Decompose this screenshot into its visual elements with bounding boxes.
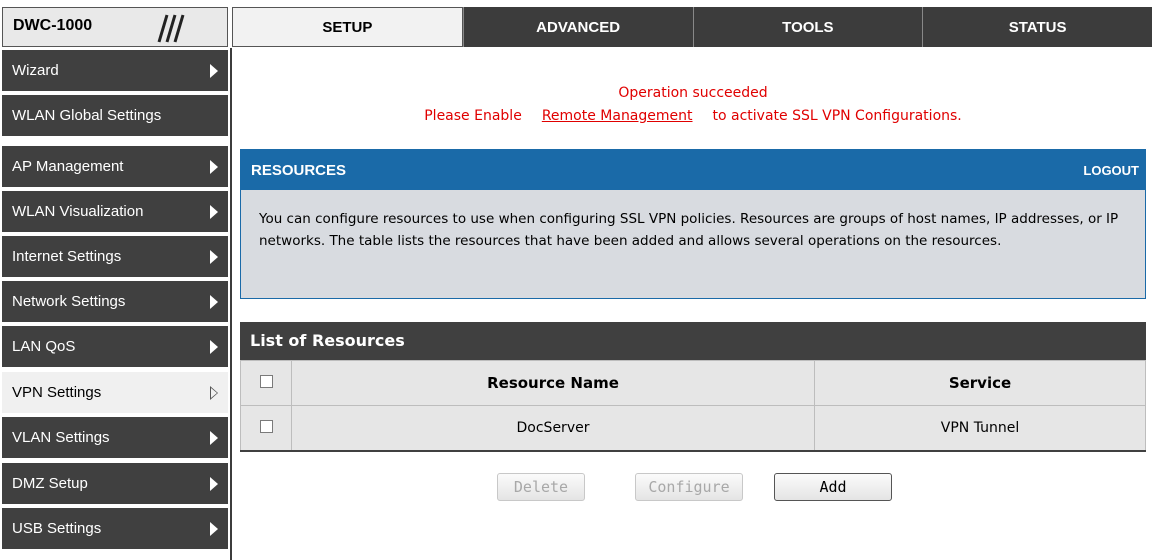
message-suffix: to activate SSL VPN Configurations. xyxy=(712,108,962,124)
tab-advanced[interactable]: ADVANCED xyxy=(462,7,693,47)
status-messages: Operation succeeded Please Enable Remote … xyxy=(240,82,1146,128)
configure-button[interactable]: Configure xyxy=(635,473,743,501)
sidebar-item-network-settings[interactable]: Network Settings xyxy=(2,281,228,324)
logo: DWC-1000 xyxy=(2,7,228,47)
arrow-right-icon xyxy=(210,160,218,174)
resources-header: RESOURCES LOGOUT xyxy=(241,150,1145,190)
arrow-right-icon xyxy=(210,64,218,78)
sidebar-item-lan-qos[interactable]: LAN QoS xyxy=(2,326,228,369)
main-tabs: SETUP ADVANCED TOOLS STATUS xyxy=(232,7,1152,47)
sidebar-item-internet-settings[interactable]: Internet Settings xyxy=(2,236,228,279)
table-header-row: Resource Name Service xyxy=(240,360,1146,406)
logout-link[interactable]: LOGOUT xyxy=(1083,163,1139,178)
logo-slashes-icon xyxy=(157,14,185,43)
tab-setup[interactable]: SETUP xyxy=(232,7,463,47)
resources-table: Resource Name Service DocServer VPN Tunn… xyxy=(240,360,1146,452)
resources-description: You can configure resources to use when … xyxy=(259,211,1119,249)
sidebar-item-label: Network Settings xyxy=(12,293,126,310)
sidebar-item-label: USB Settings xyxy=(12,520,102,537)
sidebar-item-wizard[interactable]: Wizard xyxy=(2,50,228,93)
column-header-resource-name: Resource Name xyxy=(291,360,815,406)
action-buttons: Delete Configure Add xyxy=(240,473,1146,503)
arrow-right-icon xyxy=(210,477,218,491)
sidebar-item-wlan-global-settings[interactable]: WLAN Global Settings xyxy=(2,95,228,138)
sidebar-item-label: WLAN Visualization xyxy=(12,203,144,220)
row-select-cell xyxy=(240,405,292,452)
arrow-right-icon xyxy=(210,205,218,219)
delete-button[interactable]: Delete xyxy=(497,473,585,501)
table-row: DocServer VPN Tunnel xyxy=(240,405,1146,452)
tab-status[interactable]: STATUS xyxy=(922,7,1152,47)
sidebar-item-vlan-settings[interactable]: VLAN Settings xyxy=(2,417,228,460)
arrow-right-icon xyxy=(210,250,218,264)
sidebar-item-label: DMZ Setup xyxy=(12,475,88,492)
arrow-right-icon xyxy=(210,431,218,445)
arrow-right-outline-icon xyxy=(210,386,218,400)
enable-remote-message: Please Enable Remote Management to activat… xyxy=(240,105,1146,128)
sidebar-item-ap-management[interactable]: AP Management xyxy=(2,146,228,189)
list-title: List of Resources xyxy=(250,331,405,350)
select-all-checkbox[interactable] xyxy=(259,374,273,388)
sidebar-item-label: WLAN Global Settings xyxy=(12,107,162,124)
cell-service: VPN Tunnel xyxy=(814,405,1146,452)
tab-tools[interactable]: TOOLS xyxy=(692,7,923,47)
sidebar-item-label: Internet Settings xyxy=(12,248,122,265)
message-prefix: Please Enable xyxy=(424,108,522,124)
row-checkbox[interactable] xyxy=(259,419,273,433)
sidebar-item-label: AP Management xyxy=(12,158,124,175)
resources-list-panel: List of Resources Resource Name Service … xyxy=(240,322,1146,452)
cell-resource-name: DocServer xyxy=(291,405,815,452)
resources-panel: RESOURCES LOGOUT You can configure resou… xyxy=(240,149,1146,299)
sidebar-item-label: VLAN Settings xyxy=(12,429,110,446)
sidebar-item-label: VPN Settings xyxy=(12,384,102,401)
sidebar-item-label: LAN QoS xyxy=(12,338,76,355)
sidebar-item-dmz-setup[interactable]: DMZ Setup xyxy=(2,463,228,506)
success-message: Operation succeeded xyxy=(618,85,768,101)
sidebar-item-wlan-visualization[interactable]: WLAN Visualization xyxy=(2,191,228,234)
arrow-right-icon xyxy=(210,340,218,354)
add-button[interactable]: Add xyxy=(774,473,892,501)
list-header: List of Resources xyxy=(240,322,1146,360)
sidebar-item-label: Wizard xyxy=(12,62,59,79)
sidebar-divider xyxy=(230,48,232,560)
select-all-cell xyxy=(240,360,292,406)
sidebar-item-vpn-settings[interactable]: VPN Settings xyxy=(2,372,228,415)
logo-text: DWC-1000 xyxy=(13,17,93,34)
page-title: RESOURCES xyxy=(251,162,347,179)
arrow-right-icon xyxy=(210,522,218,536)
remote-management-link[interactable]: Remote Management xyxy=(542,108,693,124)
arrow-right-icon xyxy=(210,295,218,309)
column-header-service: Service xyxy=(814,360,1146,406)
sidebar-item-usb-settings[interactable]: USB Settings xyxy=(2,508,228,551)
sidebar: Wizard WLAN Global Settings AP Managemen… xyxy=(0,50,230,560)
top-bar: DWC-1000 SETUP ADVANCED TOOLS STATUS xyxy=(0,0,1152,48)
